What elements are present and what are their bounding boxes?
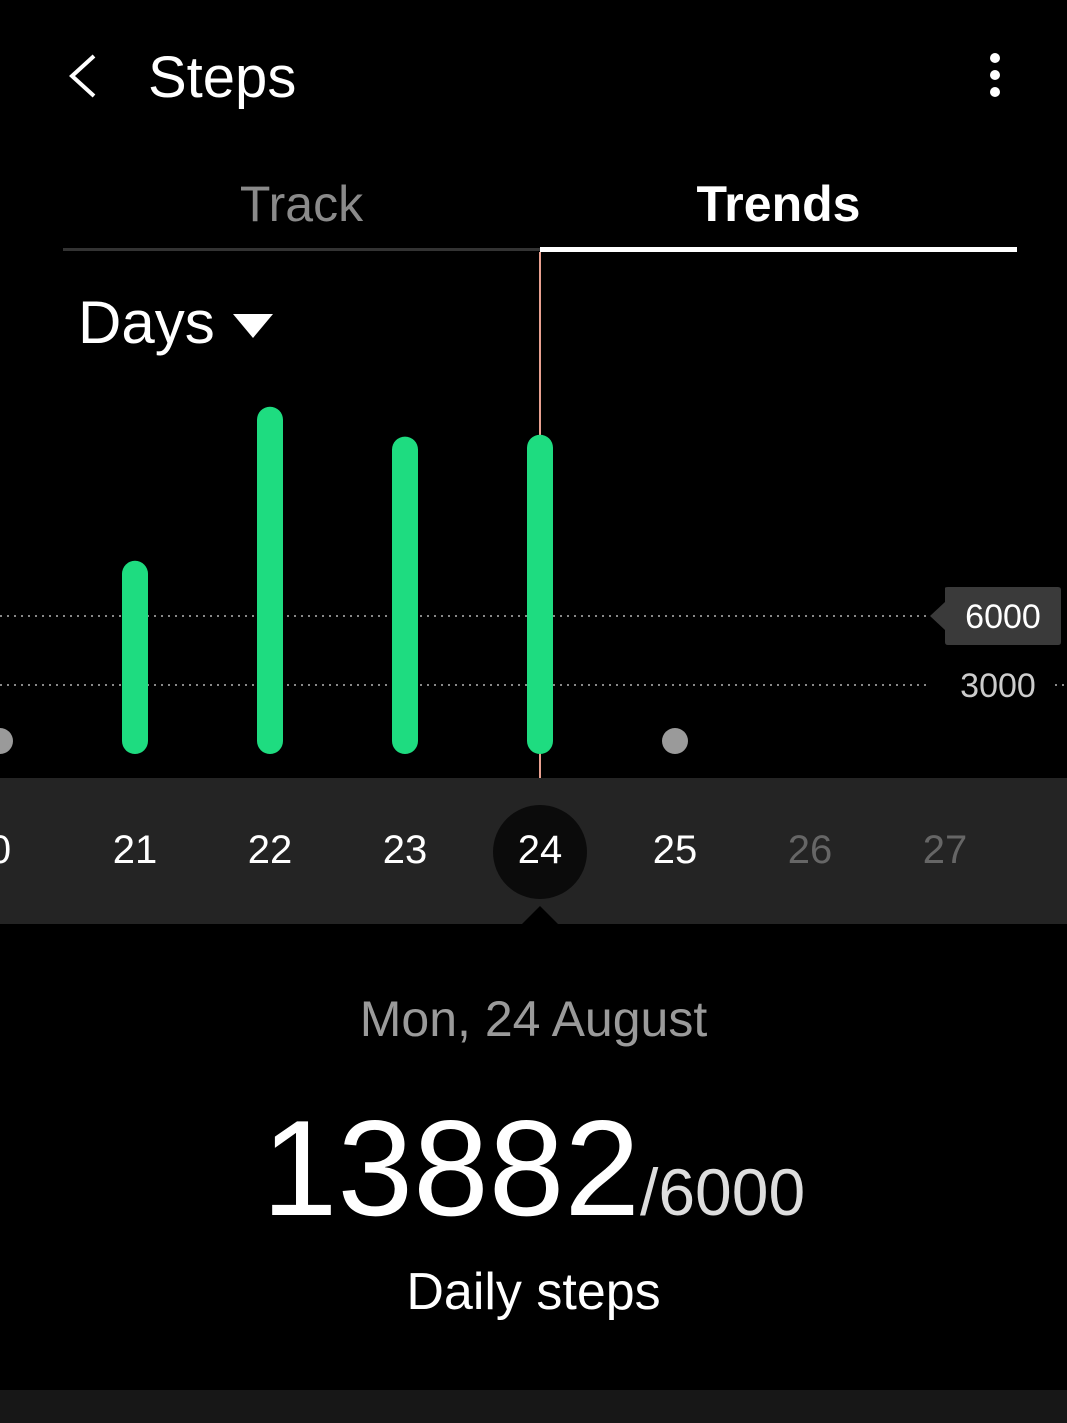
selection-pointer-icon (522, 906, 558, 924)
bar-22[interactable] (257, 406, 283, 754)
bar-23[interactable] (392, 436, 418, 754)
day-21[interactable]: 21 (85, 828, 185, 873)
chevron-left-icon (69, 54, 96, 98)
tab-trends[interactable]: Trends (540, 175, 1017, 233)
no-data-dot-20[interactable] (0, 728, 13, 754)
steps-chart[interactable]: 6000 3000 (0, 252, 1067, 778)
bar-21[interactable] (122, 560, 148, 754)
day-26[interactable]: 26 (760, 828, 860, 873)
tab-track[interactable]: Track (63, 175, 540, 233)
no-data-dot-25[interactable] (662, 728, 688, 754)
back-button[interactable] (62, 48, 106, 104)
steps-summary: 13882/6000 (0, 1090, 1067, 1246)
selected-date: Mon, 24 August (359, 991, 708, 1047)
more-options-button[interactable] (975, 50, 1015, 100)
steps-value: 13882 (261, 1092, 640, 1244)
reference-label-6000: 6000 (965, 598, 1041, 636)
day-23[interactable]: 23 (355, 828, 455, 873)
page-title: Steps (148, 45, 297, 110)
day-25[interactable]: 25 (625, 828, 725, 873)
reference-label-3000: 3000 (960, 667, 1036, 705)
day-20[interactable]: 0 (0, 828, 50, 873)
bar-24[interactable] (527, 434, 553, 754)
steps-goal: /6000 (640, 1155, 806, 1229)
day-22[interactable]: 22 (220, 828, 320, 873)
day-24[interactable]: 24 (490, 828, 590, 873)
day-28[interactable]: 2 (1030, 828, 1067, 873)
more-vertical-icon (990, 53, 1000, 97)
day-27[interactable]: 27 (895, 828, 995, 873)
steps-label: Daily steps (406, 1263, 661, 1321)
bottom-panel (0, 1390, 1067, 1423)
